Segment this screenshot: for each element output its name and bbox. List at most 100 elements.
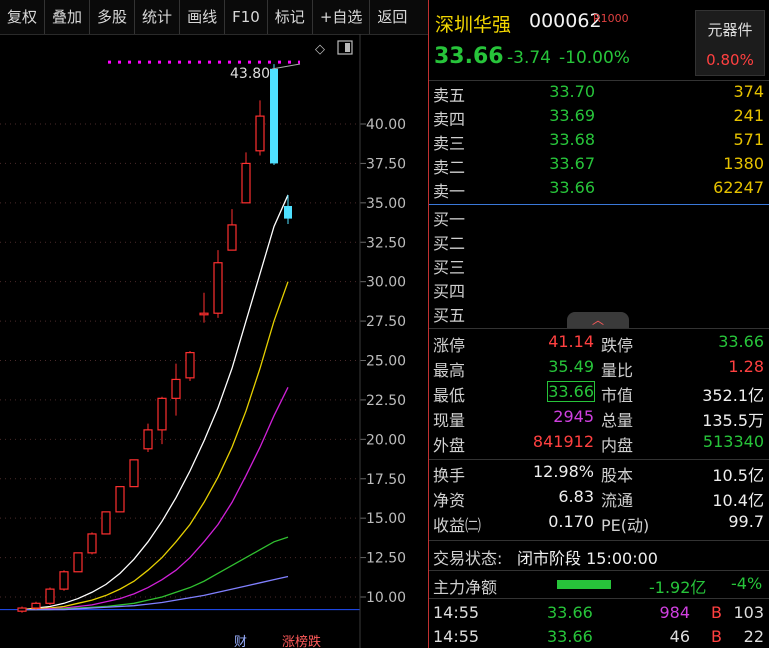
tick-row: 14:55 33.66 984 B 103	[433, 603, 764, 622]
candle-body	[213, 262, 223, 314]
y-axis-label: 27.50	[366, 314, 406, 330]
candle	[31, 601, 41, 610]
candle-body	[270, 68, 278, 164]
y-axis-label: 12.50	[366, 551, 406, 567]
candle	[199, 292, 209, 323]
candle	[171, 363, 181, 416]
divider	[429, 540, 769, 541]
candle-body	[284, 205, 292, 219]
candle	[129, 459, 139, 488]
candle-body	[199, 312, 209, 316]
bid-book: 买一 买二 买三 买四 买五	[429, 206, 769, 328]
divider	[429, 459, 769, 460]
y-axis-label: 35.00	[366, 196, 406, 212]
expand-chevron-up-icon[interactable]: ︿	[567, 312, 629, 328]
candle-body	[157, 397, 167, 431]
sector-change: 0.80%	[706, 51, 754, 69]
ma-line-white	[21, 194, 289, 611]
tick-list: 14:55 33.66 984 B 103 14:55 33.66 46 B 22	[429, 603, 769, 648]
main-flow-label: 主力净额	[433, 578, 498, 597]
candle	[115, 486, 125, 513]
tick-row: 14:55 33.66 46 B 22	[433, 627, 764, 646]
toolbar-button-mark[interactable]: 标记	[268, 0, 313, 34]
fundamentals-row: 收益㈡ 0.170 PE(动) 99.7	[433, 512, 764, 535]
chart-toolbar: 复权 叠加 多股 统计 画线 F10 标记 +自选 返回	[0, 0, 428, 35]
y-axis-labels: 40.00 37.50 35.00 32.50 30.00 27.50 25.00 22.50…	[366, 117, 406, 606]
divider	[429, 80, 769, 81]
toolbar-button-multi-stock[interactable]: 多股	[90, 0, 136, 34]
stats-row: 现量 2945 总量 135.5万	[433, 407, 764, 430]
candle-body	[31, 602, 41, 609]
candle-body	[227, 224, 237, 251]
bid-row: 买一	[433, 210, 466, 229]
candle	[143, 423, 153, 452]
divider	[429, 570, 769, 571]
fundamentals-row: 净资 6.83 流通 10.4亿	[433, 487, 764, 510]
toolbar-button-draw-line[interactable]: 画线	[180, 0, 226, 34]
ask-row: 卖三 33.68 571	[433, 130, 764, 153]
toolbar-button-back[interactable]: 返回	[370, 0, 414, 34]
candle-body	[87, 533, 97, 554]
candle-body	[255, 115, 265, 152]
stats-row: 外盘 841912 内盘 513340	[433, 432, 764, 455]
price-change: -3.74	[507, 48, 551, 68]
ask-book: 卖五 33.70 374 卖四 33.69 241 卖三 33.68 571 卖二 33.67…	[429, 82, 769, 202]
index-tag: R1000	[593, 12, 629, 25]
finance-marker[interactable]: 财	[234, 635, 247, 648]
toolbar-button-overlay[interactable]: 叠加	[45, 0, 91, 34]
high-price-pointer	[271, 63, 301, 70]
bid-row: 买三	[433, 258, 466, 277]
toolbar-button-add-watchlist[interactable]: +自选	[313, 0, 371, 34]
y-axis-label: 20.00	[366, 432, 406, 448]
main-flow-pct: -4%	[731, 574, 763, 593]
candle	[185, 351, 195, 381]
candle-body	[59, 571, 69, 590]
stats-row: 最低 33.66 市值 352.1亿	[433, 381, 764, 405]
candle-body	[115, 486, 125, 513]
candle	[73, 552, 83, 573]
candle-body	[73, 552, 83, 573]
trade-status-label: 交易状态:	[433, 549, 503, 568]
y-axis-label: 32.50	[366, 235, 406, 251]
stock-name[interactable]: 深圳华强	[435, 10, 511, 37]
main-flow-bar	[557, 580, 611, 589]
stock-code: 000062	[529, 10, 602, 32]
bid-ask-divider	[429, 204, 769, 205]
candle	[157, 396, 167, 445]
sector-name: 元器件	[707, 21, 753, 39]
kline-chart[interactable]: 40.00 37.50 35.00 32.50 30.00 27.50 25.00 22.50…	[0, 34, 428, 648]
stats-row: 最高 35.49 量比 1.28	[433, 357, 764, 380]
candle	[227, 209, 237, 251]
main-flow-value: -1.92亿	[649, 578, 707, 597]
moving-average-lines	[21, 194, 289, 611]
sector-box[interactable]: 元器件 0.80%	[695, 10, 765, 76]
y-axis-label: 15.00	[366, 511, 406, 527]
candle-body	[129, 459, 139, 488]
y-axis-label: 22.50	[366, 393, 406, 409]
chart-top-icons: ◇	[315, 40, 353, 57]
candle-body	[241, 162, 251, 204]
divider	[429, 598, 769, 599]
candle	[17, 606, 27, 613]
candle-body	[101, 511, 111, 535]
diamond-icon[interactable]: ◇	[315, 42, 325, 57]
candle-body	[143, 429, 153, 450]
ask-row: 卖四 33.69 241	[433, 106, 764, 129]
candle	[284, 194, 292, 224]
toolbar-button-statistics[interactable]: 统计	[135, 0, 181, 34]
ask-row: 卖一 33.66 62247	[433, 178, 764, 201]
y-axis-label: 10.00	[366, 590, 406, 606]
candle	[255, 100, 265, 156]
fundamentals-table: 换手 12.98% 股本 10.5亿 净资 6.83 流通 10.4亿 收益㈡ 0.170 PE…	[429, 462, 769, 538]
ranking-marker[interactable]: 涨榜跌	[282, 634, 321, 648]
fundamentals-row: 换手 12.98% 股本 10.5亿	[433, 462, 764, 485]
toolbar-button-f10[interactable]: F10	[225, 0, 268, 34]
candle-body	[17, 607, 27, 612]
candle-body	[171, 378, 181, 399]
y-axis-label: 30.00	[366, 275, 406, 291]
high-price-label: 43.80	[230, 66, 270, 82]
toolbar-button-restore-rights[interactable]: 复权	[0, 0, 46, 34]
bid-row: 买二	[433, 234, 466, 253]
candle	[59, 570, 69, 591]
candle-body	[45, 588, 55, 604]
